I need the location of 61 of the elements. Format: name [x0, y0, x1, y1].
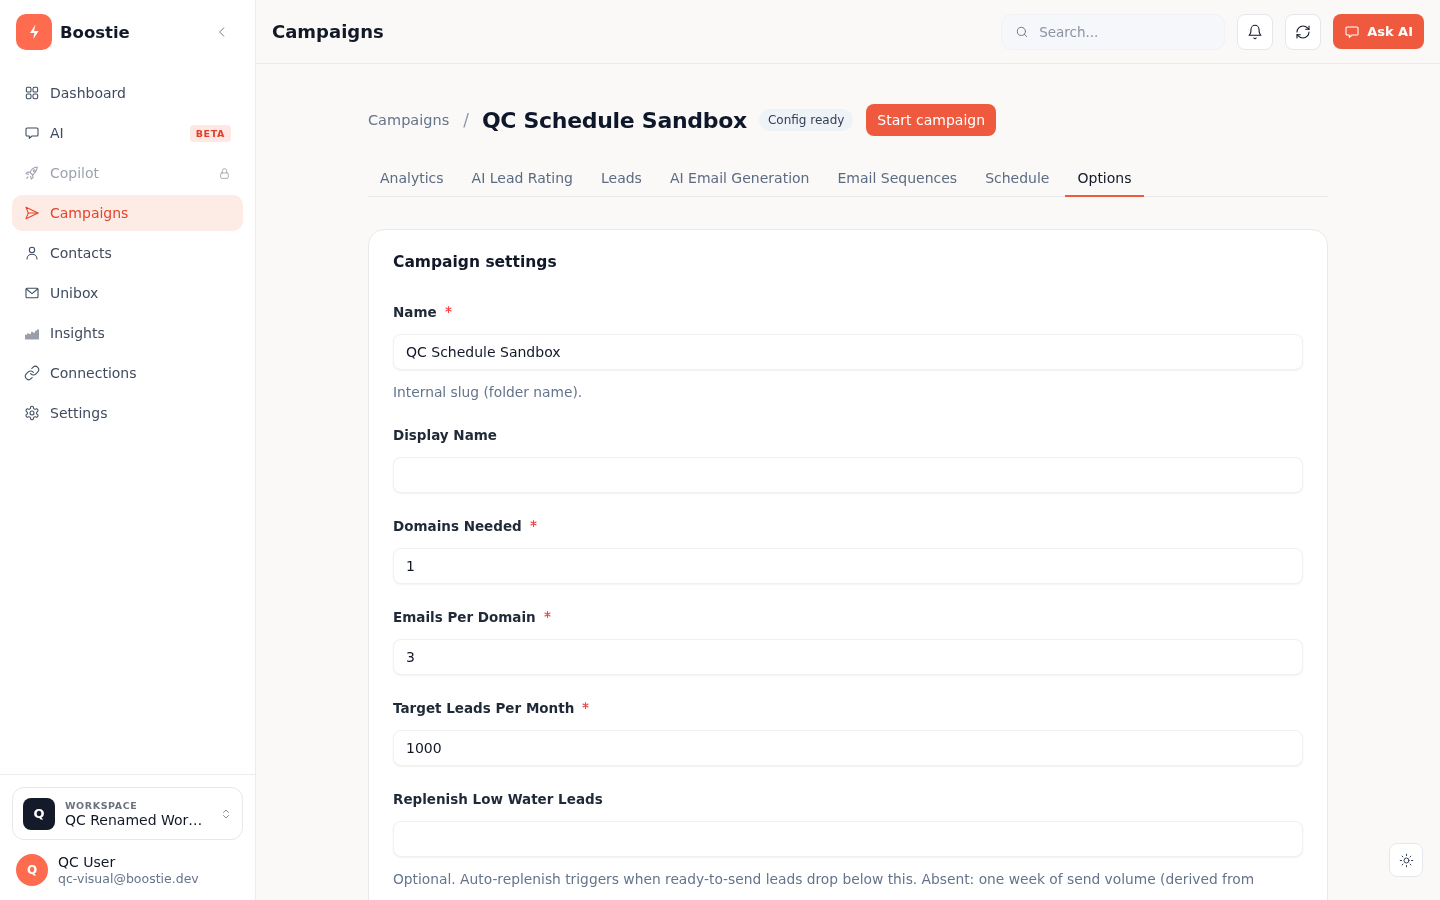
card-title: Campaign settings	[393, 252, 558, 273]
text-input[interactable]: 1000	[393, 730, 1303, 766]
tab[interactable]: AI Lead Rating	[459, 160, 585, 197]
status-chip: Config ready	[758, 109, 854, 131]
chat-icon	[24, 125, 40, 141]
bell-icon	[1247, 23, 1264, 40]
refresh-icon	[1295, 23, 1312, 40]
link-icon	[24, 365, 40, 381]
person-icon	[24, 245, 40, 261]
sidebar-item[interactable]: Unibox	[12, 275, 243, 311]
workspace-caption: WORKSPACE	[65, 799, 139, 811]
sidebar-item[interactable]: Contacts	[12, 235, 243, 271]
rocket-icon	[24, 165, 40, 181]
brand-name: Boostie	[60, 22, 130, 42]
bolt-logo-icon	[16, 14, 52, 50]
refresh-button[interactable]	[1285, 13, 1322, 50]
breadcrumb-link[interactable]: Campaigns	[368, 112, 450, 128]
breadcrumb-separator: /	[463, 110, 469, 130]
search-field[interactable]: Search...	[1001, 13, 1226, 50]
text-input[interactable]: 3	[393, 639, 1303, 675]
text-input[interactable]: QC Schedule Sandbox	[393, 334, 1303, 370]
campaign-title: QC Schedule Sandbox	[481, 107, 747, 133]
sidebar-item[interactable]: Campaigns	[12, 195, 243, 231]
sidebar-item[interactable]: Insights	[12, 315, 243, 351]
help-text: Internal slug (folder name).	[393, 383, 584, 402]
field-label: Display Name	[393, 427, 497, 443]
grid-icon	[24, 85, 40, 101]
search-icon	[1015, 24, 1030, 39]
field-label: Replenish Low Water Leads	[393, 791, 603, 807]
notifications-button[interactable]	[1237, 13, 1274, 50]
field-label: Emails Per Domain	[393, 609, 536, 625]
tag-badge: BETA	[189, 124, 231, 142]
field-label: Domains Needed	[393, 518, 522, 534]
send-icon	[24, 205, 40, 221]
sun-icon	[1398, 852, 1414, 868]
user-email: qc-visual@boostie.dev	[58, 871, 199, 886]
chat-icon	[1344, 23, 1361, 40]
sidebar-item[interactable]: Dashboard	[12, 75, 243, 111]
field-label: Name	[393, 304, 437, 320]
help-text: Optional. Auto-replenish triggers when ready-to-send leads drop below this. Absent: one week of send volume (derived from	[393, 870, 1256, 889]
chevron-up-down-icon	[220, 807, 232, 820]
workspace-avatar: Q	[23, 797, 55, 830]
page-title: Campaigns	[272, 21, 384, 42]
tab[interactable]: AI Email Generation	[657, 160, 822, 197]
gear-icon	[24, 405, 40, 421]
sidebar-item[interactable]: AI BETA	[12, 115, 243, 151]
tab[interactable]: Schedule	[973, 160, 1062, 197]
envelope-icon	[24, 285, 40, 301]
tab[interactable]: Email Sequences	[825, 160, 970, 197]
field-label: Target Leads Per Month	[393, 700, 575, 716]
user-name: QC User	[58, 854, 117, 870]
user-avatar: Q	[16, 854, 48, 886]
tab[interactable]: Leads	[588, 160, 654, 197]
theme-toggle-button[interactable]	[1389, 843, 1423, 877]
workspace-switcher[interactable]: Q WORKSPACE QC Renamed Wor…	[12, 787, 243, 840]
sidebar-item[interactable]: Connections	[12, 355, 243, 391]
sidebar-item[interactable]: Settings	[12, 395, 243, 431]
workspace-name: QC Renamed Wor…	[65, 811, 203, 828]
text-input[interactable]: 1	[393, 548, 1303, 584]
tab[interactable]: Analytics	[368, 160, 456, 197]
tab[interactable]: Options	[1065, 160, 1144, 197]
